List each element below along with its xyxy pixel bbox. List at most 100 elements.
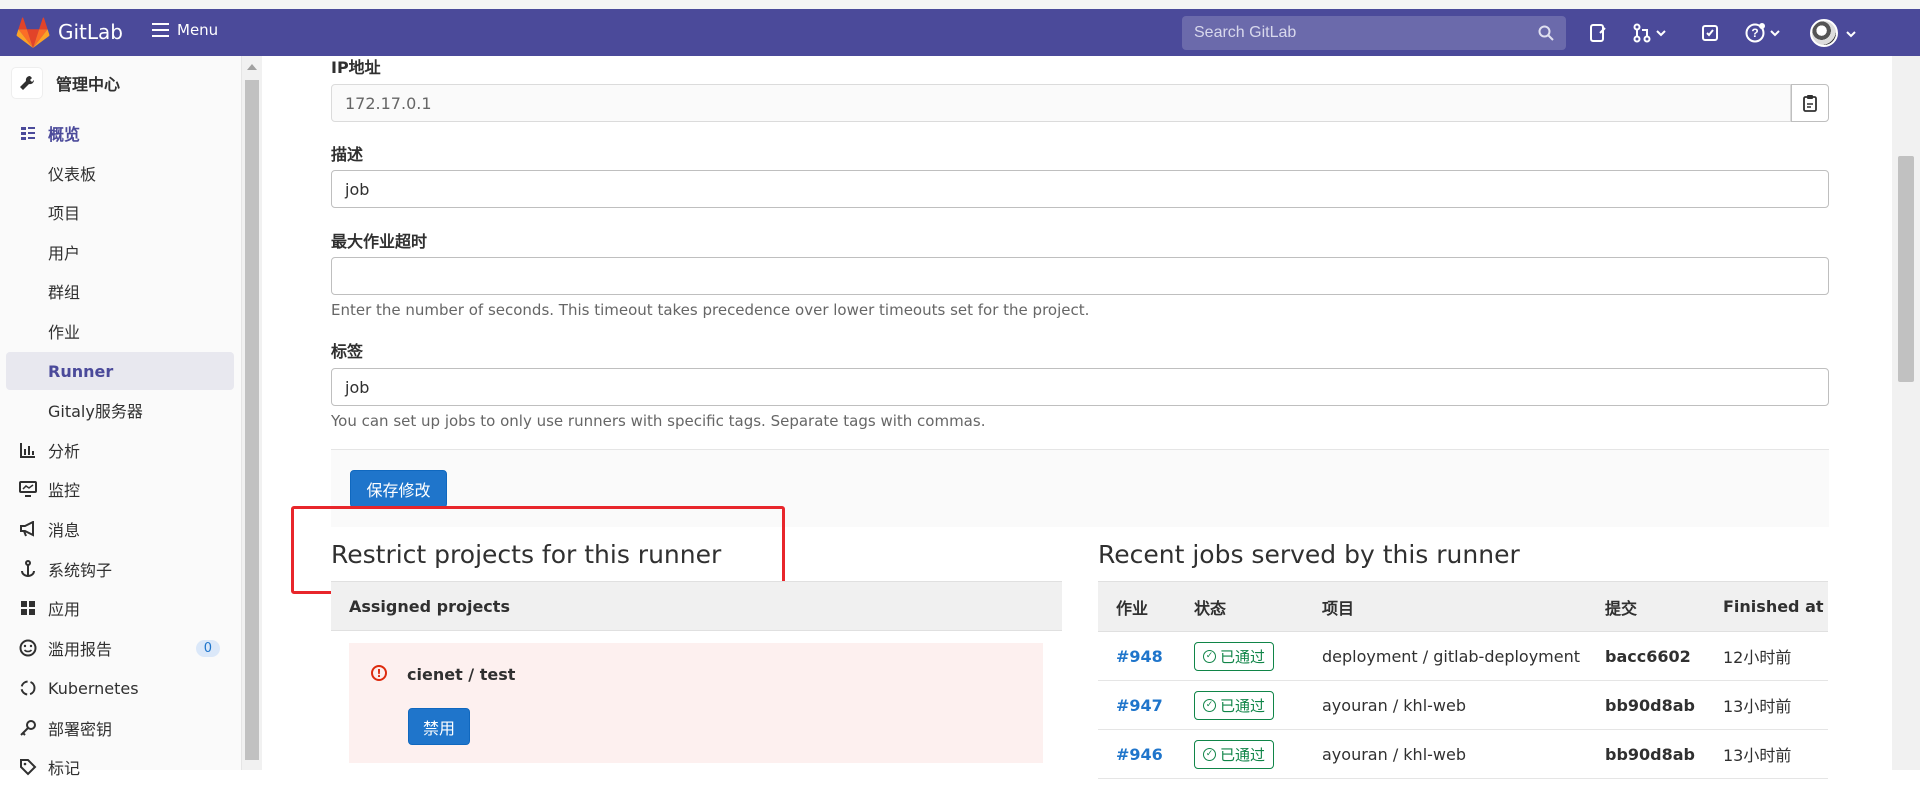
sidebar-item-overview[interactable]: 概览 <box>0 114 242 152</box>
sidebar-item-label: 部署密钥 <box>48 720 113 739</box>
status-badge[interactable]: ✓ 已通过 <box>1194 641 1275 671</box>
sidebar-item-labels[interactable]: 标记 <box>0 748 242 786</box>
table-row: #948 ✓ 已通过 deployment / gitlab-deployment… <box>1098 631 1828 681</box>
label-icon <box>18 757 38 777</box>
project-cell[interactable]: deployment / gitlab-deployment <box>1304 631 1587 681</box>
project-name[interactable]: cienet / test <box>407 665 515 684</box>
smiley-icon <box>18 638 38 658</box>
copy-button[interactable] <box>1791 84 1829 122</box>
todo-icon[interactable] <box>1700 21 1720 45</box>
check-circle-icon: ✓ <box>1203 698 1216 712</box>
commit-sha[interactable]: bb90d8ab <box>1587 729 1705 779</box>
table-header-row: 作业 状态 项目 提交 Finished at <box>1098 581 1828 632</box>
sidebar-item-label: 分析 <box>48 442 81 461</box>
job-link[interactable]: #948 <box>1116 647 1163 666</box>
project-cell[interactable]: ayouran / khl-web <box>1304 680 1587 730</box>
sidebar: 管理中心 概览 仪表板 项目 用户 群组 作业 Runner Gitaly服务器… <box>0 56 242 778</box>
recent-jobs-title: Recent jobs served by this runner <box>1098 540 1520 569</box>
sidebar-item-kubernetes[interactable]: Kubernetes <box>0 669 242 707</box>
sidebar-scrollbar-thumb[interactable] <box>245 80 259 760</box>
sidebar-item-gitaly[interactable]: Gitaly服务器 <box>0 391 242 429</box>
commit-sha[interactable]: bacc6602 <box>1587 631 1705 681</box>
sidebar-item-monitor[interactable]: 监控 <box>0 470 242 508</box>
ip-field[interactable]: 172.17.0.1 <box>331 84 1791 122</box>
search-input[interactable] <box>1194 24 1524 42</box>
save-changes-button[interactable]: 保存修改 <box>350 470 447 508</box>
job-link[interactable]: #947 <box>1116 696 1163 715</box>
page-scrollbar[interactable] <box>1892 56 1920 770</box>
sidebar-item-users[interactable]: 用户 <box>0 233 242 271</box>
sidebar-item-label: 滥用报告 <box>48 640 113 659</box>
sidebar-item-jobs[interactable]: 作业 <box>0 312 242 350</box>
sidebar-header[interactable]: 管理中心 <box>12 68 120 98</box>
help-icon[interactable]: ? <box>1744 21 1780 45</box>
assigned-projects-header: Assigned projects <box>331 581 1062 631</box>
disable-button[interactable]: 禁用 <box>408 708 470 745</box>
gitlab-logo-icon[interactable] <box>16 17 50 49</box>
ip-label: IP地址 <box>331 58 381 77</box>
status-badge[interactable]: ✓ 已通过 <box>1194 739 1275 769</box>
tags-label: 标签 <box>331 342 364 361</box>
bullhorn-icon <box>18 519 38 539</box>
menu-button[interactable]: Menu <box>152 21 218 39</box>
sidebar-item-label: 群组 <box>48 283 81 302</box>
status-text: 已通过 <box>1220 647 1266 666</box>
sidebar-item-label: 概览 <box>48 125 81 144</box>
brand-name[interactable]: GitLab <box>58 20 123 44</box>
status-badge[interactable]: ✓ 已通过 <box>1194 690 1275 720</box>
timeout-help-text: Enter the number of seconds. This timeou… <box>331 301 1090 319</box>
column-header: 项目 <box>1304 581 1587 632</box>
timeout-field[interactable] <box>331 257 1829 295</box>
sidebar-item-label: 用户 <box>48 244 81 263</box>
description-field[interactable]: job <box>331 170 1829 208</box>
avatar[interactable] <box>1810 19 1838 47</box>
project-cell[interactable]: ayouran / khl-web <box>1304 729 1587 779</box>
table-row: #947 ✓ 已通过 ayouran / khl-web bb90d8ab 13小… <box>1098 680 1828 730</box>
page-scrollbar-thumb[interactable] <box>1898 156 1914 382</box>
sidebar-item-analytics[interactable]: 分析 <box>0 431 242 469</box>
finished-at: 13小时前 <box>1705 729 1828 779</box>
sidebar-item-projects[interactable]: 项目 <box>0 193 242 231</box>
sidebar-item-label: Gitaly服务器 <box>48 402 143 421</box>
key-icon <box>18 718 38 738</box>
sidebar-scrollbar[interactable] <box>242 56 262 770</box>
sidebar-item-label: 仪表板 <box>48 165 97 184</box>
hook-icon <box>18 559 38 579</box>
sidebar-item-label: 应用 <box>48 600 81 619</box>
search-icon[interactable] <box>1538 25 1554 41</box>
kubernetes-icon <box>18 678 38 698</box>
snippet-icon[interactable] <box>1588 21 1608 45</box>
chevron-down-icon <box>1656 30 1666 37</box>
sidebar-item-runner[interactable]: Runner <box>6 352 234 390</box>
table-row: #946 ✓ 已通过 ayouran / khl-web bb90d8ab 13小… <box>1098 729 1828 779</box>
timeout-label: 最大作业超时 <box>331 232 428 251</box>
finished-at: 12小时前 <box>1705 631 1828 681</box>
apps-icon <box>18 598 38 618</box>
svg-text:?: ? <box>1751 26 1758 40</box>
sidebar-item-applications[interactable]: 应用 <box>0 589 242 627</box>
sidebar-item-dashboard[interactable]: 仪表板 <box>0 154 242 192</box>
sidebar-item-messages[interactable]: 消息 <box>0 510 242 548</box>
chevron-down-icon <box>1770 30 1780 37</box>
commit-sha[interactable]: bb90d8ab <box>1587 680 1705 730</box>
tags-field[interactable]: job <box>331 368 1829 406</box>
recent-jobs-table: 作业 状态 项目 提交 Finished at #948 ✓ 已通过 deploy… <box>1098 581 1828 779</box>
description-label: 描述 <box>331 145 364 164</box>
job-link[interactable]: #946 <box>1116 745 1163 764</box>
sidebar-item-label: Runner <box>48 361 114 381</box>
sidebar-item-abuse-reports[interactable]: 滥用报告 0 <box>0 629 242 667</box>
sidebar-item-system-hooks[interactable]: 系统钩子 <box>0 550 242 588</box>
sidebar-item-groups[interactable]: 群组 <box>0 272 242 310</box>
sidebar-header-title: 管理中心 <box>56 75 121 94</box>
monitor-icon <box>18 479 38 499</box>
column-header: Finished at <box>1705 581 1828 632</box>
sidebar-item-label: 系统钩子 <box>48 561 113 580</box>
merge-request-icon[interactable] <box>1632 21 1666 45</box>
scroll-up-arrow-icon[interactable] <box>247 64 257 70</box>
analytics-icon <box>18 440 38 460</box>
tags-help-text: You can set up jobs to only use runners … <box>331 412 986 430</box>
hamburger-icon <box>152 23 169 37</box>
search-box[interactable] <box>1182 16 1566 50</box>
chevron-down-icon[interactable] <box>1846 29 1856 39</box>
sidebar-item-deploy-keys[interactable]: 部署密钥 <box>0 709 242 747</box>
